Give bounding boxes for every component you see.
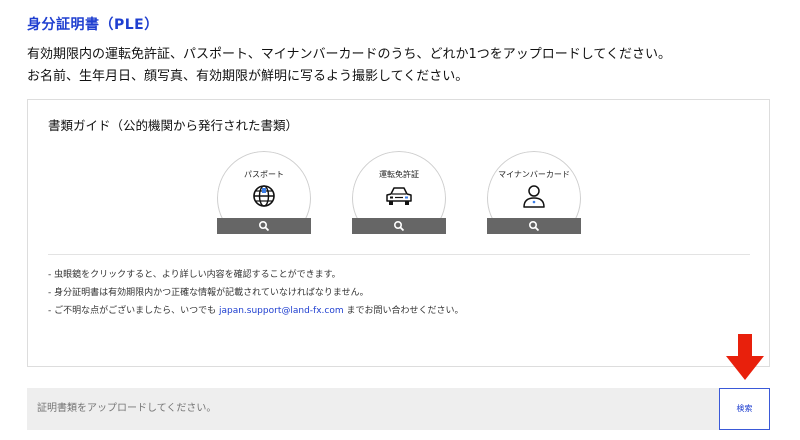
- note-line-3-prefix: - ご不明な点がございましたら、いつでも: [48, 306, 219, 316]
- document-card-passport: パスポート: [217, 151, 311, 234]
- document-upload-input[interactable]: [27, 388, 719, 430]
- magnifier-button-passport[interactable]: [217, 218, 311, 234]
- magnifier-icon: [528, 220, 540, 232]
- note-line-1: - 虫眼鏡をクリックすると、より詳しい内容を確認することができます。: [48, 270, 341, 280]
- magnifier-button-drivers-license[interactable]: [352, 218, 446, 234]
- intro-text: 有効期限内の運転免許証、パスポート、マイナンバーカードのうち、どれか1つをアップ…: [27, 44, 671, 88]
- document-card-drivers-license: 運転免許証: [352, 151, 446, 234]
- page-title: 身分証明書（PLE）: [27, 17, 159, 33]
- document-label-my-number: マイナンバーカード: [498, 170, 570, 179]
- car-icon: [386, 187, 412, 205]
- document-label-drivers-license: 運転免許証: [379, 170, 419, 179]
- document-label-passport: パスポート: [244, 170, 284, 179]
- guide-title: 書類ガイド（公的機関から発行された書類）: [48, 118, 299, 133]
- browse-button[interactable]: 検索: [719, 388, 770, 430]
- document-card-my-number: マイナンバーカード: [487, 151, 581, 234]
- red-arrow-down-icon: [726, 334, 764, 380]
- note-line-2: - 身分証明書は有効期限内かつ正確な情報が記載されていなければなりません。: [48, 288, 369, 298]
- upload-row: 検索: [27, 388, 770, 430]
- guide-notes: - 虫眼鏡をクリックすると、より詳しい内容を確認することができます。 - 身分証…: [48, 266, 463, 320]
- document-guide-panel: 書類ガイド（公的機関から発行された書類） パスポート 運転免許証 マイナンバーカ…: [27, 99, 770, 367]
- guide-divider: [48, 254, 750, 255]
- support-email-link[interactable]: japan.support@land-fx.com: [219, 306, 344, 316]
- intro-line-1: 有効期限内の運転免許証、パスポート、マイナンバーカードのうち、どれか1つをアップ…: [27, 47, 671, 62]
- note-line-3-suffix: までお問い合わせください。: [343, 306, 464, 316]
- magnifier-button-my-number[interactable]: [487, 218, 581, 234]
- globe-icon: [253, 185, 275, 207]
- person-icon: [523, 185, 545, 208]
- intro-line-2: お名前、生年月日、顔写真、有効期限が鮮明に写るよう撮影してください。: [27, 69, 469, 84]
- note-line-3: - ご不明な点がございましたら、いつでも japan.support@land-…: [48, 302, 463, 320]
- magnifier-icon: [258, 220, 270, 232]
- magnifier-icon: [393, 220, 405, 232]
